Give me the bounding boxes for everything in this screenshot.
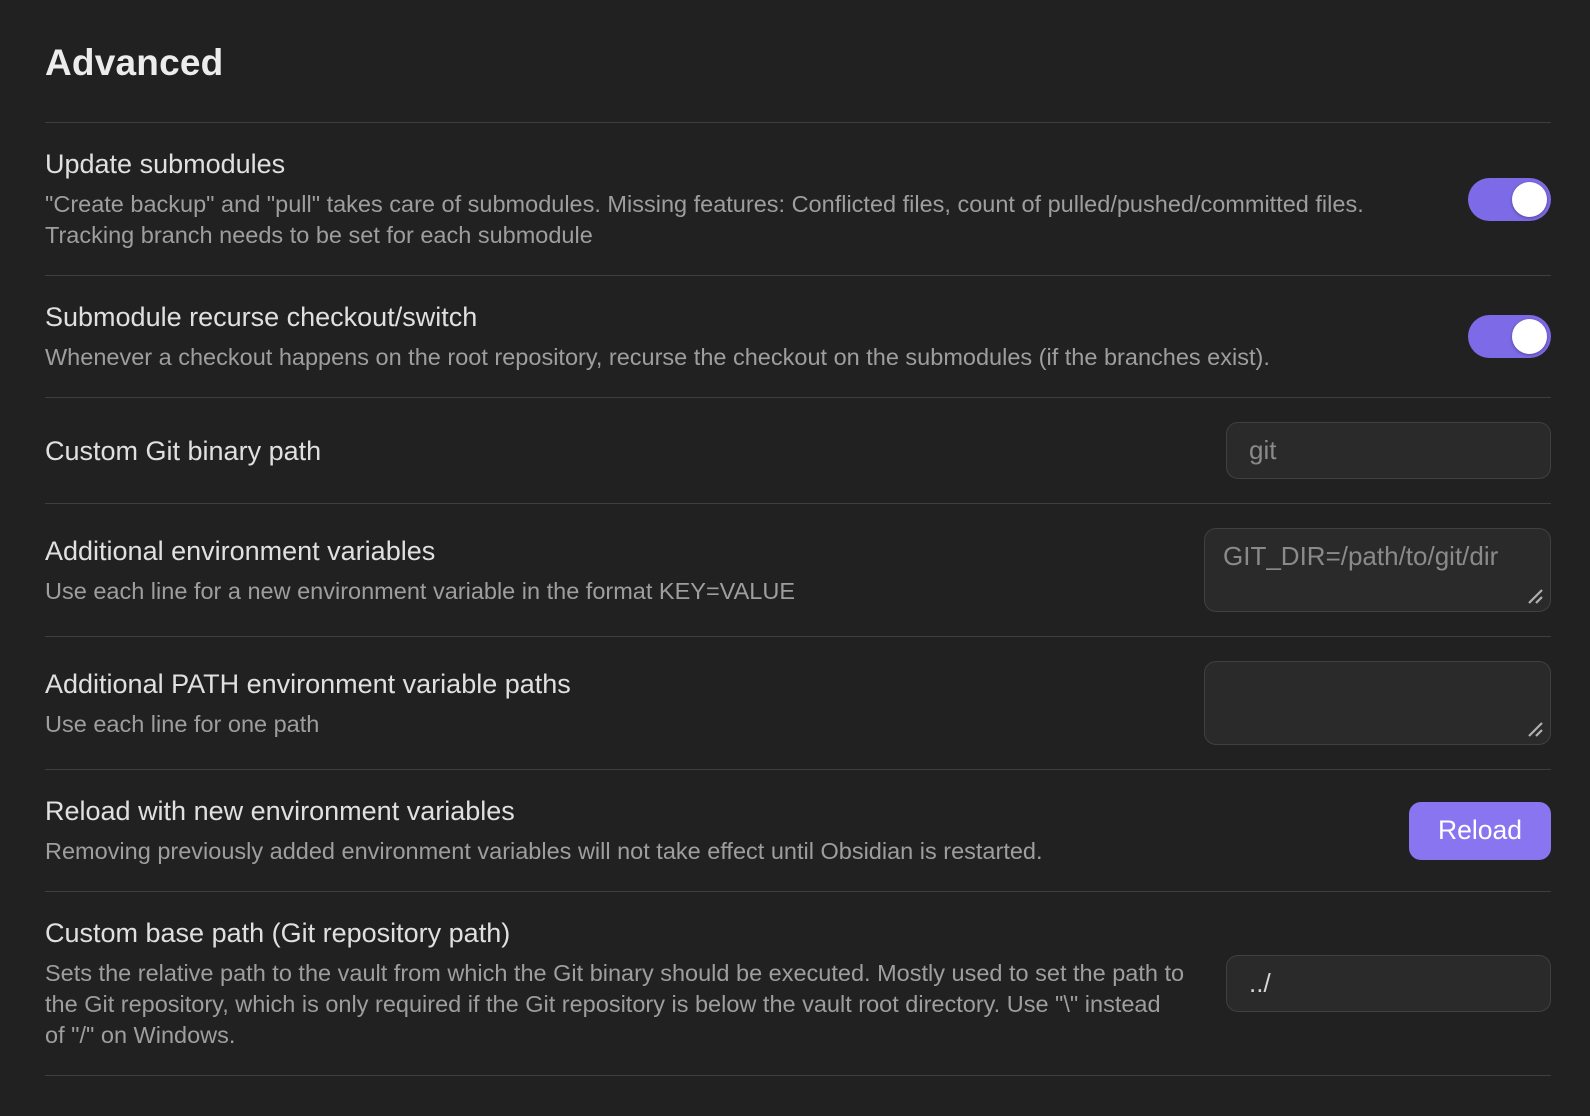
- setting-name: Update submodules: [45, 147, 1428, 181]
- setting-control: Reload: [1409, 802, 1551, 860]
- setting-description: Sets the relative path to the vault from…: [45, 958, 1186, 1051]
- setting-info: Custom Git binary path: [45, 434, 1186, 468]
- path-paths-textarea-wrap: [1204, 661, 1551, 745]
- setting-description: Use each line for one path: [45, 709, 1164, 740]
- setting-row-custom-base-path: Custom base path (Git repository path) S…: [45, 891, 1551, 1075]
- setting-info: Additional PATH environment variable pat…: [45, 667, 1164, 740]
- divider: [45, 1075, 1551, 1076]
- setting-control: [1468, 178, 1551, 221]
- setting-row-git-binary-path: Custom Git binary path: [45, 397, 1551, 503]
- setting-control: [1204, 661, 1551, 745]
- setting-name: Additional environment variables: [45, 534, 1164, 568]
- setting-info: Submodule recurse checkout/switch Whenev…: [45, 300, 1428, 373]
- setting-control: [1226, 422, 1551, 479]
- setting-row-update-submodules: Update submodules "Create backup" and "p…: [45, 122, 1551, 275]
- setting-name: Custom base path (Git repository path): [45, 916, 1186, 950]
- setting-info: Custom base path (Git repository path) S…: [45, 916, 1186, 1051]
- setting-name: Submodule recurse checkout/switch: [45, 300, 1428, 334]
- submodule-recurse-toggle[interactable]: [1468, 315, 1551, 358]
- setting-control: [1204, 528, 1551, 612]
- setting-row-path-variable-paths: Additional PATH environment variable pat…: [45, 636, 1551, 769]
- setting-control: [1468, 315, 1551, 358]
- setting-row-submodule-recurse: Submodule recurse checkout/switch Whenev…: [45, 275, 1551, 397]
- setting-info: Additional environment variables Use eac…: [45, 534, 1164, 607]
- setting-description: Whenever a checkout happens on the root …: [45, 342, 1428, 373]
- setting-name: Additional PATH environment variable pat…: [45, 667, 1164, 701]
- env-variables-textarea-wrap: [1204, 528, 1551, 612]
- settings-page-advanced: Advanced Update submodules "Create backu…: [0, 0, 1590, 1076]
- setting-info: Reload with new environment variables Re…: [45, 794, 1369, 867]
- setting-description: Use each line for a new environment vari…: [45, 576, 1164, 607]
- reload-button[interactable]: Reload: [1409, 802, 1551, 860]
- git-binary-path-input[interactable]: [1226, 422, 1551, 479]
- update-submodules-toggle[interactable]: [1468, 178, 1551, 221]
- custom-base-path-input[interactable]: [1226, 955, 1551, 1012]
- setting-name: Reload with new environment variables: [45, 794, 1369, 828]
- setting-row-env-variables: Additional environment variables Use eac…: [45, 503, 1551, 636]
- setting-name: Custom Git binary path: [45, 434, 1186, 468]
- setting-control: [1226, 955, 1551, 1012]
- toggle-knob: [1512, 319, 1547, 354]
- path-paths-textarea[interactable]: [1205, 662, 1550, 744]
- setting-row-reload-env: Reload with new environment variables Re…: [45, 769, 1551, 891]
- toggle-knob: [1512, 182, 1547, 217]
- page-title: Advanced: [45, 0, 1551, 84]
- env-variables-textarea[interactable]: [1205, 529, 1550, 611]
- setting-info: Update submodules "Create backup" and "p…: [45, 147, 1428, 251]
- setting-description: "Create backup" and "pull" takes care of…: [45, 189, 1428, 251]
- setting-description: Removing previously added environment va…: [45, 836, 1369, 867]
